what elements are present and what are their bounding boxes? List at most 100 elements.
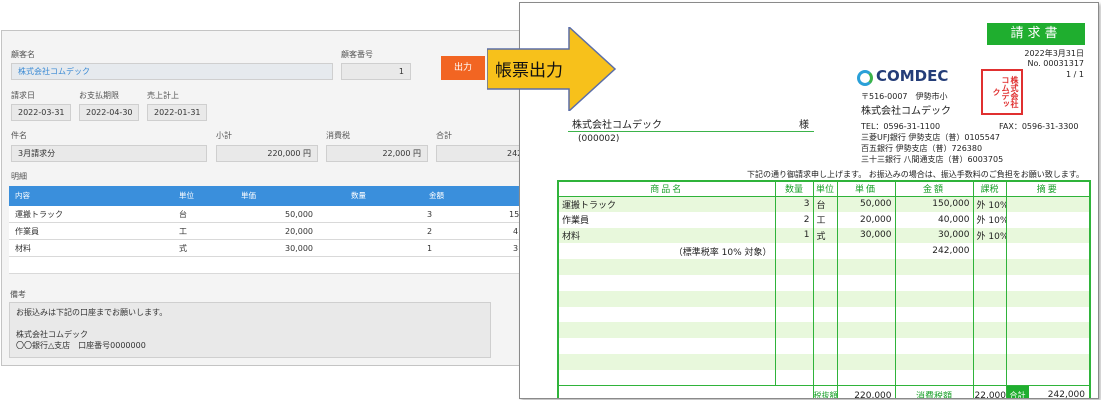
cell-tax: 外 10% (972, 196, 1007, 212)
total-label: 合計 (436, 131, 452, 140)
cell-item-name: 材料 (557, 227, 776, 244)
table-row (557, 290, 1091, 307)
cell-unit (812, 243, 838, 260)
cell-unit: 台 (179, 210, 187, 219)
bank-line: 三十三銀行 八間通支店（普）6003705 (861, 155, 1004, 164)
remarks-line: お振込みは下記の口座までお願いします。 (16, 308, 168, 317)
cell-unit: 台 (812, 196, 838, 212)
invoice-items-table: 商品名 数量 単位 単価 金額 課税 摘要 運搬トラック 3 台 50,000 … (557, 180, 1091, 399)
sales-date-label: 売上計上 (147, 91, 179, 100)
cell-content: 作業員 (15, 227, 39, 236)
table-row[interactable]: 材料 式 30,000 1 3 (9, 240, 520, 257)
header-qty: 数量 (774, 180, 814, 197)
table-row[interactable]: 作業員 工 20,000 2 4 (9, 223, 520, 240)
table-row[interactable]: 運搬トラック 台 50,000 3 15 (9, 206, 520, 223)
cell-item-name: 運搬トラック (557, 196, 776, 212)
footer-total-cell: 合計 242,000 (1005, 385, 1091, 399)
table-row (557, 274, 1091, 291)
header-item-name: 商品名 (557, 180, 776, 197)
cell-qty: 3 (427, 210, 433, 219)
header-unit: 単位 (812, 180, 838, 197)
table-row (557, 306, 1091, 323)
subtotal-field[interactable]: 220,000 円 (216, 145, 318, 162)
tax-label: 消費税 (326, 131, 350, 140)
sales-date-field[interactable]: 2022-01-31 (147, 104, 207, 121)
invoice-header-row: 商品名 数量 単位 単価 金額 課税 摘要 (557, 180, 1091, 197)
header-remarks: 摘要 (1005, 180, 1091, 197)
cell-amount: 30,000 (894, 227, 974, 244)
company-fax: FAX：0596-31-3300 (999, 122, 1079, 131)
payment-due-field[interactable]: 2022-04-30 (79, 104, 139, 121)
bank-line: 三菱UFJ銀行 伊勢支店（普）0105547 (861, 133, 1000, 142)
table-row (557, 369, 1091, 386)
invoice-customer-code: (000002) (578, 134, 620, 144)
cell-price: 50,000 (836, 196, 896, 212)
cell-item-name: （標準税率 10% 対象） (557, 243, 776, 260)
customer-no-field[interactable]: 1 (341, 63, 411, 80)
invoice-customer-name: 株式会社コムデック (572, 120, 662, 131)
table-row (557, 353, 1091, 370)
invoice-number: No. 00031317 (1027, 59, 1084, 68)
invoice-date: 2022年3月31日 (1024, 49, 1084, 58)
cell-price: 20,000 (836, 211, 896, 228)
cell-unit: 工 (179, 227, 187, 236)
header-tax: 課税 (972, 180, 1007, 197)
footer-spacer (557, 385, 813, 398)
table-row (557, 322, 1091, 339)
tax-field[interactable]: 22,000 円 (326, 145, 428, 162)
header-price: 単価 (836, 180, 896, 197)
arrow-label: 帳票出力 (495, 61, 563, 81)
subtotal-label: 小計 (216, 131, 232, 140)
footer-total-value: 242,000 (1047, 390, 1085, 399)
table-row: 作業員 2 工 20,000 40,000 外 10% (557, 211, 1091, 228)
details-header-unit: 単位 (179, 191, 194, 200)
cell-amount: 3 (513, 244, 519, 253)
cell-amount: 4 (513, 227, 519, 236)
remarks-label: 備考 (10, 290, 26, 299)
cell-unit: 式 (812, 227, 838, 244)
table-row[interactable] (9, 257, 520, 274)
details-header-price: 単価 (241, 191, 256, 200)
details-header-amount: 金額 (429, 191, 444, 200)
payment-due-label: お支払期限 (79, 91, 119, 100)
footer-total-label: 合計 (1007, 386, 1029, 398)
customer-name-field[interactable]: 株式会社コムデック (11, 63, 333, 80)
output-button[interactable]: 出力 (441, 56, 485, 80)
table-row: 材料 1 式 30,000 30,000 外 10% (557, 227, 1091, 244)
total-field[interactable]: 242,00 (436, 145, 520, 162)
details-label: 明細 (11, 172, 27, 181)
cell-price: 30,000 (836, 227, 896, 244)
company-address: 〒516-0007 伊勢市小 (861, 92, 948, 101)
cell-tax: 外 10% (972, 211, 1007, 228)
footer-pretax-value: 220,000 (836, 385, 896, 398)
details-table-body: 運搬トラック 台 50,000 3 15 作業員 工 20,000 2 4 材料… (9, 206, 520, 274)
table-row: 運搬トラック 3 台 50,000 150,000 外 10% (557, 196, 1091, 212)
subject-label: 件名 (11, 131, 27, 140)
cell-remarks (1005, 243, 1091, 260)
details-table-header: 内容 単位 単価 数量 金額 (9, 186, 520, 206)
invoice-title: 請求書 (987, 23, 1085, 45)
cell-content: 運搬トラック (15, 210, 63, 219)
bank-line: 百五銀行 伊勢支店（普）726380 (861, 144, 983, 153)
remarks-line: 株式会社コムデック (16, 330, 88, 339)
cell-remarks (1005, 227, 1091, 244)
billing-date-field[interactable]: 2022-03-31 (11, 104, 71, 121)
subject-field[interactable]: 3月請求分 (11, 145, 207, 162)
comdec-logo-icon (857, 70, 873, 86)
cell-content: 材料 (15, 244, 31, 253)
cell-qty (774, 243, 814, 260)
customer-underline (568, 131, 814, 132)
cell-qty: 1 (774, 227, 814, 244)
invoice-footer-row: 税抜額 220,000 消費税額 22,000 合計 242,000 (557, 385, 1091, 399)
remarks-field[interactable]: お振込みは下記の口座までお願いします。 株式会社コムデック 〇〇銀行△支店 口座… (9, 302, 491, 358)
table-row (557, 338, 1091, 354)
cell-qty: 2 (774, 211, 814, 228)
cell-qty: 3 (774, 196, 814, 212)
footer-tax-label: 消費税額 (894, 385, 974, 398)
cell-price: 50,000 (285, 210, 313, 219)
company-tel: TEL：0596-31-1100 (861, 122, 941, 131)
billing-date-label: 請求日 (11, 91, 35, 100)
cell-unit: 工 (812, 211, 838, 228)
cell-tax: 外 10% (972, 227, 1007, 244)
cell-item-name: 作業員 (557, 211, 776, 228)
